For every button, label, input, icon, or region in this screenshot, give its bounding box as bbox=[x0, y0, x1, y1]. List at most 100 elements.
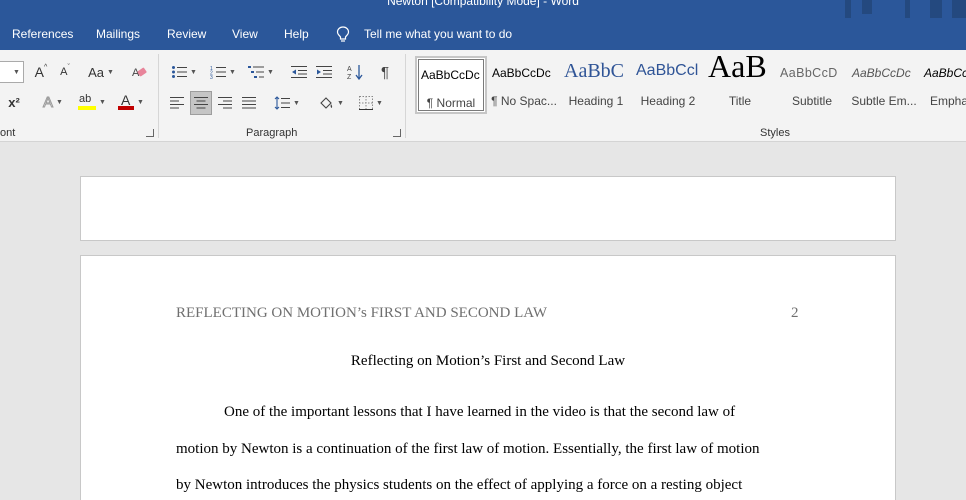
shading-button[interactable]: ▼ bbox=[314, 92, 348, 114]
style-subtitle[interactable]: AaBbCcD Subtitle bbox=[776, 56, 848, 114]
change-case-icon: Aa bbox=[88, 64, 104, 80]
style-normal[interactable]: AaBbCcDc ¶ Normal bbox=[415, 56, 487, 114]
title-bar-decoration bbox=[930, 0, 942, 20]
change-case-button[interactable]: Aa ▼ bbox=[84, 62, 118, 82]
highlight-button[interactable]: ab ▼ bbox=[74, 92, 110, 112]
ribbon-tab-bar: References Mailings Review View Help Tel… bbox=[0, 18, 966, 50]
page-header: REFLECTING ON MOTION’s FIRST AND SECOND … bbox=[176, 305, 548, 321]
align-right-button[interactable] bbox=[214, 92, 236, 114]
ribbon: ▼ A ^ Aˇ Aa ▼ A x² A ▼ ab ▼ A ▼ ont ▼ 1 2 3 ▼ … bbox=[0, 50, 966, 142]
grow-font-button[interactable]: A ^ bbox=[32, 62, 50, 82]
style-name: Subtle Em... bbox=[851, 94, 917, 108]
style-name: Title bbox=[728, 94, 752, 108]
tell-me-label: Tell me what you want to do bbox=[364, 27, 513, 41]
page-2[interactable] bbox=[80, 255, 896, 500]
borders-button[interactable]: ▼ bbox=[354, 92, 388, 114]
document-title: Reflecting on Motion’s First and Second … bbox=[350, 353, 626, 369]
line-spacing-button[interactable]: ▼ bbox=[270, 92, 304, 114]
style-name: ¶ No Spac... bbox=[491, 94, 557, 108]
title-bar-decoration bbox=[845, 0, 851, 20]
style-preview: AaBbCcDc bbox=[924, 66, 966, 80]
align-left-button[interactable] bbox=[166, 92, 188, 114]
style-preview: AaBbCcDc bbox=[492, 66, 551, 80]
font-color-button[interactable]: A ▼ bbox=[114, 92, 148, 112]
align-right-icon bbox=[218, 97, 232, 109]
sort-button[interactable]: AZ bbox=[344, 62, 366, 82]
superscript-button[interactable]: x² bbox=[4, 92, 24, 112]
highlight-icon: ab bbox=[79, 93, 92, 105]
text-effects-icon: A bbox=[43, 93, 54, 111]
paragraph-line: motion by Newton is a continuation of th… bbox=[176, 441, 760, 457]
style-no-spacing[interactable]: AaBbCcDc ¶ No Spac... bbox=[488, 56, 560, 114]
style-name: Subtitle bbox=[791, 94, 833, 108]
multilevel-list-icon bbox=[248, 66, 265, 78]
line-spacing-icon bbox=[274, 96, 291, 110]
styles-gallery: AaBbCcDc ¶ Normal AaBbCcDc ¶ No Spac... … bbox=[414, 56, 966, 116]
group-separator bbox=[405, 54, 406, 138]
clear-formatting-button[interactable]: A bbox=[128, 62, 150, 82]
tab-references[interactable]: References bbox=[12, 27, 73, 41]
decrease-indent-button[interactable] bbox=[288, 62, 310, 82]
page-1-bottom[interactable] bbox=[80, 176, 896, 241]
increase-indent-icon bbox=[316, 66, 332, 78]
tab-mailings[interactable]: Mailings bbox=[96, 27, 140, 41]
styles-group-label: Styles bbox=[760, 127, 790, 139]
shrink-font-button[interactable]: Aˇ bbox=[56, 62, 74, 82]
grow-font-icon: A bbox=[34, 64, 45, 80]
tab-help[interactable]: Help bbox=[284, 27, 309, 41]
font-size-dropdown[interactable]: ▼ bbox=[0, 61, 24, 83]
tab-review[interactable]: Review bbox=[167, 27, 206, 41]
paragraph-dialog-launcher[interactable] bbox=[393, 129, 401, 137]
pilcrow-icon: ¶ bbox=[380, 63, 390, 81]
svg-text:3: 3 bbox=[210, 75, 213, 79]
title-bar: Newton [Compatibility Mode] - Word bbox=[0, 0, 966, 20]
justify-icon bbox=[242, 97, 256, 109]
borders-icon bbox=[359, 96, 374, 110]
paint-bucket-icon bbox=[320, 97, 333, 109]
paragraph-line: by Newton introduces the physics student… bbox=[176, 477, 743, 493]
style-preview: AaBbCcDc bbox=[421, 68, 480, 82]
style-name: Heading 2 bbox=[640, 94, 696, 108]
bullets-icon bbox=[172, 66, 188, 78]
text-effects-button[interactable]: A ▼ bbox=[36, 92, 70, 112]
show-formatting-marks-button[interactable]: ¶ bbox=[374, 62, 396, 82]
style-title[interactable]: AaB Title bbox=[704, 56, 776, 114]
style-preview: AaBbCcDc bbox=[852, 66, 911, 80]
multilevel-list-button[interactable]: ▼ bbox=[244, 62, 278, 82]
align-center-icon bbox=[194, 97, 208, 109]
style-name: Empha bbox=[930, 94, 966, 108]
align-left-icon bbox=[170, 97, 184, 109]
justify-button[interactable] bbox=[238, 92, 260, 114]
increase-indent-button[interactable] bbox=[313, 62, 335, 82]
font-dialog-launcher[interactable] bbox=[146, 129, 154, 137]
decrease-indent-icon bbox=[291, 66, 307, 78]
svg-text:Z: Z bbox=[347, 74, 352, 80]
sort-icon: AZ bbox=[347, 65, 363, 80]
align-center-button[interactable] bbox=[190, 91, 212, 115]
window-title: Newton [Compatibility Mode] - Word bbox=[387, 0, 579, 8]
group-separator bbox=[158, 54, 159, 138]
style-name: Heading 1 bbox=[568, 94, 624, 108]
style-heading-2[interactable]: AaBbCcl Heading 2 bbox=[632, 56, 704, 114]
svg-text:A: A bbox=[347, 66, 352, 73]
style-heading-1[interactable]: AaBbC Heading 1 bbox=[560, 56, 632, 114]
style-preview: AaBbCcl bbox=[636, 62, 699, 79]
page-number: 2 bbox=[791, 305, 799, 321]
paragraph-group-label: Paragraph bbox=[246, 127, 298, 139]
tab-view[interactable]: View bbox=[232, 27, 258, 41]
style-emphasis[interactable]: AaBbCcDc Empha bbox=[920, 56, 966, 114]
highlight-color-swatch bbox=[78, 106, 97, 110]
style-preview: AaBbCcD bbox=[780, 66, 838, 80]
numbering-button[interactable]: 1 2 3 ▼ bbox=[204, 62, 242, 82]
font-group-label: ont bbox=[0, 127, 16, 139]
paragraph-line: One of the important lessons that I have… bbox=[224, 404, 736, 420]
style-preview: AaB bbox=[708, 56, 767, 84]
title-bar-decoration bbox=[905, 0, 910, 20]
clear-formatting-icon: A bbox=[132, 67, 147, 79]
font-color-swatch bbox=[118, 106, 135, 110]
superscript-icon: x² bbox=[8, 94, 20, 110]
bullets-button[interactable]: ▼ bbox=[166, 62, 202, 82]
lightbulb-icon bbox=[336, 26, 350, 42]
style-subtle-emphasis[interactable]: AaBbCcDc Subtle Em... bbox=[848, 56, 920, 114]
title-bar-decoration bbox=[862, 0, 872, 14]
